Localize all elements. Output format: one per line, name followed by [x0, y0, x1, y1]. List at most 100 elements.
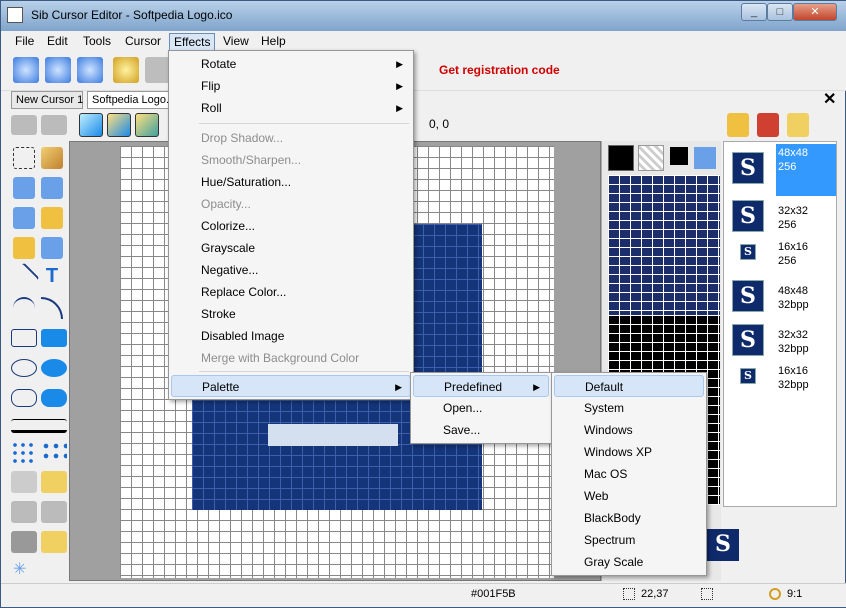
menu-item-hue-saturation[interactable]: Hue/Saturation... [171, 171, 411, 193]
sparkle-icon[interactable]: ✳ [13, 559, 33, 579]
submenu-arrow-icon: ▶ [533, 382, 540, 392]
new-icon[interactable] [13, 57, 39, 83]
rectangle-icon[interactable] [11, 329, 37, 347]
menu-item-open[interactable]: Open... [413, 397, 549, 419]
tool-palette: T ✳ [1, 111, 69, 581]
menu-cursor[interactable]: Cursor [121, 33, 165, 49]
arc-icon[interactable] [41, 297, 63, 319]
menu-item-mac-os[interactable]: Mac OS [554, 463, 704, 485]
book-icon[interactable] [41, 471, 67, 493]
menu-edit[interactable]: Edit [43, 33, 72, 49]
menu-item-web[interactable]: Web [554, 485, 704, 507]
dot-pattern-icon[interactable] [11, 441, 37, 463]
delete-format-icon[interactable] [757, 113, 779, 137]
close-document-icon[interactable]: ✕ [823, 89, 836, 109]
swap-colors-icon[interactable] [670, 147, 688, 165]
curve-icon[interactable] [13, 297, 35, 319]
tab-softpedia-logo[interactable]: Softpedia Logo. [87, 91, 169, 109]
menu-item-windows[interactable]: Windows [554, 419, 704, 441]
submenu-arrow-icon: ▶ [395, 382, 402, 392]
cube-mixed-icon[interactable] [135, 113, 159, 137]
format-size: 16x16 [778, 365, 808, 377]
fill-icon[interactable] [13, 177, 35, 199]
menu-item-merge-background[interactable]: Merge with Background Color [171, 347, 411, 369]
menu-item-colorize[interactable]: Colorize... [171, 215, 411, 237]
tab-new-cursor[interactable]: New Cursor 1 [11, 91, 83, 109]
menu-item-smooth-sharpen[interactable]: Smooth/Sharpen... [171, 149, 411, 171]
import-icon[interactable] [113, 57, 139, 83]
menu-item-opacity[interactable]: Opacity... [171, 193, 411, 215]
add-format-icon[interactable] [727, 113, 749, 137]
menu-item-stroke[interactable]: Stroke [171, 303, 411, 325]
menu-item-replace-color[interactable]: Replace Color... [171, 281, 411, 303]
menu-help[interactable]: Help [257, 33, 290, 49]
lock-icon[interactable] [41, 531, 67, 553]
layers-icon[interactable] [11, 501, 37, 523]
hotspot-icon[interactable] [11, 531, 37, 553]
filled-ellipse-icon[interactable] [41, 359, 67, 377]
format-preview-icon: S [732, 200, 764, 232]
sparse-dot-icon[interactable] [41, 441, 67, 463]
menu-item-rotate[interactable]: Rotate ▶ [171, 53, 411, 75]
menu-item-save[interactable]: Save... [413, 419, 549, 441]
select-icon[interactable] [13, 147, 35, 169]
line-icon[interactable] [8, 262, 40, 294]
menu-item-palette[interactable]: Palette ▶ [171, 375, 411, 397]
color-picker-icon[interactable] [13, 237, 35, 259]
menu-item-drop-shadow[interactable]: Drop Shadow... [171, 127, 411, 149]
menu-item-system[interactable]: System [554, 397, 704, 419]
menu-item-spectrum[interactable]: Spectrum [554, 529, 704, 551]
format-item[interactable]: S 48x48 256 [724, 144, 836, 196]
menu-item-negative[interactable]: Negative... [171, 259, 411, 281]
cursor-position-icon [623, 588, 635, 600]
text-icon[interactable]: T [41, 265, 63, 287]
status-bar: #001F5B 22,37 9:1 [1, 583, 846, 607]
replace-color-icon[interactable] [41, 237, 63, 259]
cube-yellow-icon[interactable] [107, 113, 131, 137]
rounded-rect-icon[interactable] [11, 389, 37, 407]
redo-icon[interactable] [41, 115, 67, 135]
close-button[interactable]: ✕ [793, 3, 837, 21]
reset-colors-icon[interactable] [694, 147, 716, 169]
format-properties-icon[interactable] [787, 113, 809, 137]
pencil-icon[interactable] [41, 147, 63, 169]
undo-icon[interactable] [11, 115, 37, 135]
copy-icon[interactable] [41, 501, 67, 523]
minimize-button[interactable]: _ [741, 3, 767, 21]
format-size: 48x48 [778, 147, 808, 159]
menu-item-blackbody[interactable]: BlackBody [554, 507, 704, 529]
menu-item-gray-scale[interactable]: Gray Scale [554, 551, 704, 573]
ellipse-icon[interactable] [11, 359, 37, 377]
format-item[interactable]: S 48x48 32bpp [724, 278, 836, 324]
menu-item-flip[interactable]: Flip ▶ [171, 75, 411, 97]
menu-tools[interactable]: Tools [79, 33, 115, 49]
large-preview-icon: S [707, 529, 739, 561]
menu-item-roll[interactable]: Roll ▶ [171, 97, 411, 119]
maximize-button[interactable]: □ [767, 3, 793, 21]
menu-item-grayscale[interactable]: Grayscale [171, 237, 411, 259]
open-icon[interactable] [45, 57, 71, 83]
brush-icon[interactable] [13, 207, 35, 229]
menu-effects[interactable]: Effects [169, 33, 216, 51]
spray-icon[interactable] [41, 207, 63, 229]
registration-link[interactable]: Get registration code [439, 63, 560, 77]
gradient-icon[interactable] [11, 471, 37, 493]
menu-file[interactable]: File [11, 33, 38, 49]
save-icon[interactable] [77, 57, 103, 83]
transparent-color-swatch[interactable] [638, 145, 664, 171]
filled-rounded-rect-icon[interactable] [41, 389, 67, 407]
format-item[interactable]: S 16x16 32bpp [724, 362, 836, 408]
menu-item-default[interactable]: Default [554, 375, 704, 397]
eraser-icon[interactable] [41, 177, 63, 199]
line-width-icon[interactable] [11, 419, 67, 433]
primary-color-swatch[interactable] [608, 145, 634, 171]
menu-item-windows-xp[interactable]: Windows XP [554, 441, 704, 463]
menu-item-disabled-image[interactable]: Disabled Image [171, 325, 411, 347]
main-toolbar [1, 51, 846, 91]
menu-item-predefined[interactable]: Predefined ▶ [413, 375, 549, 397]
menu-view[interactable]: View [219, 33, 253, 49]
cube-blue-icon[interactable] [79, 113, 103, 137]
filled-rectangle-icon[interactable] [41, 329, 67, 347]
format-preview-icon: S [732, 324, 764, 356]
format-size: 48x48 [778, 285, 808, 297]
